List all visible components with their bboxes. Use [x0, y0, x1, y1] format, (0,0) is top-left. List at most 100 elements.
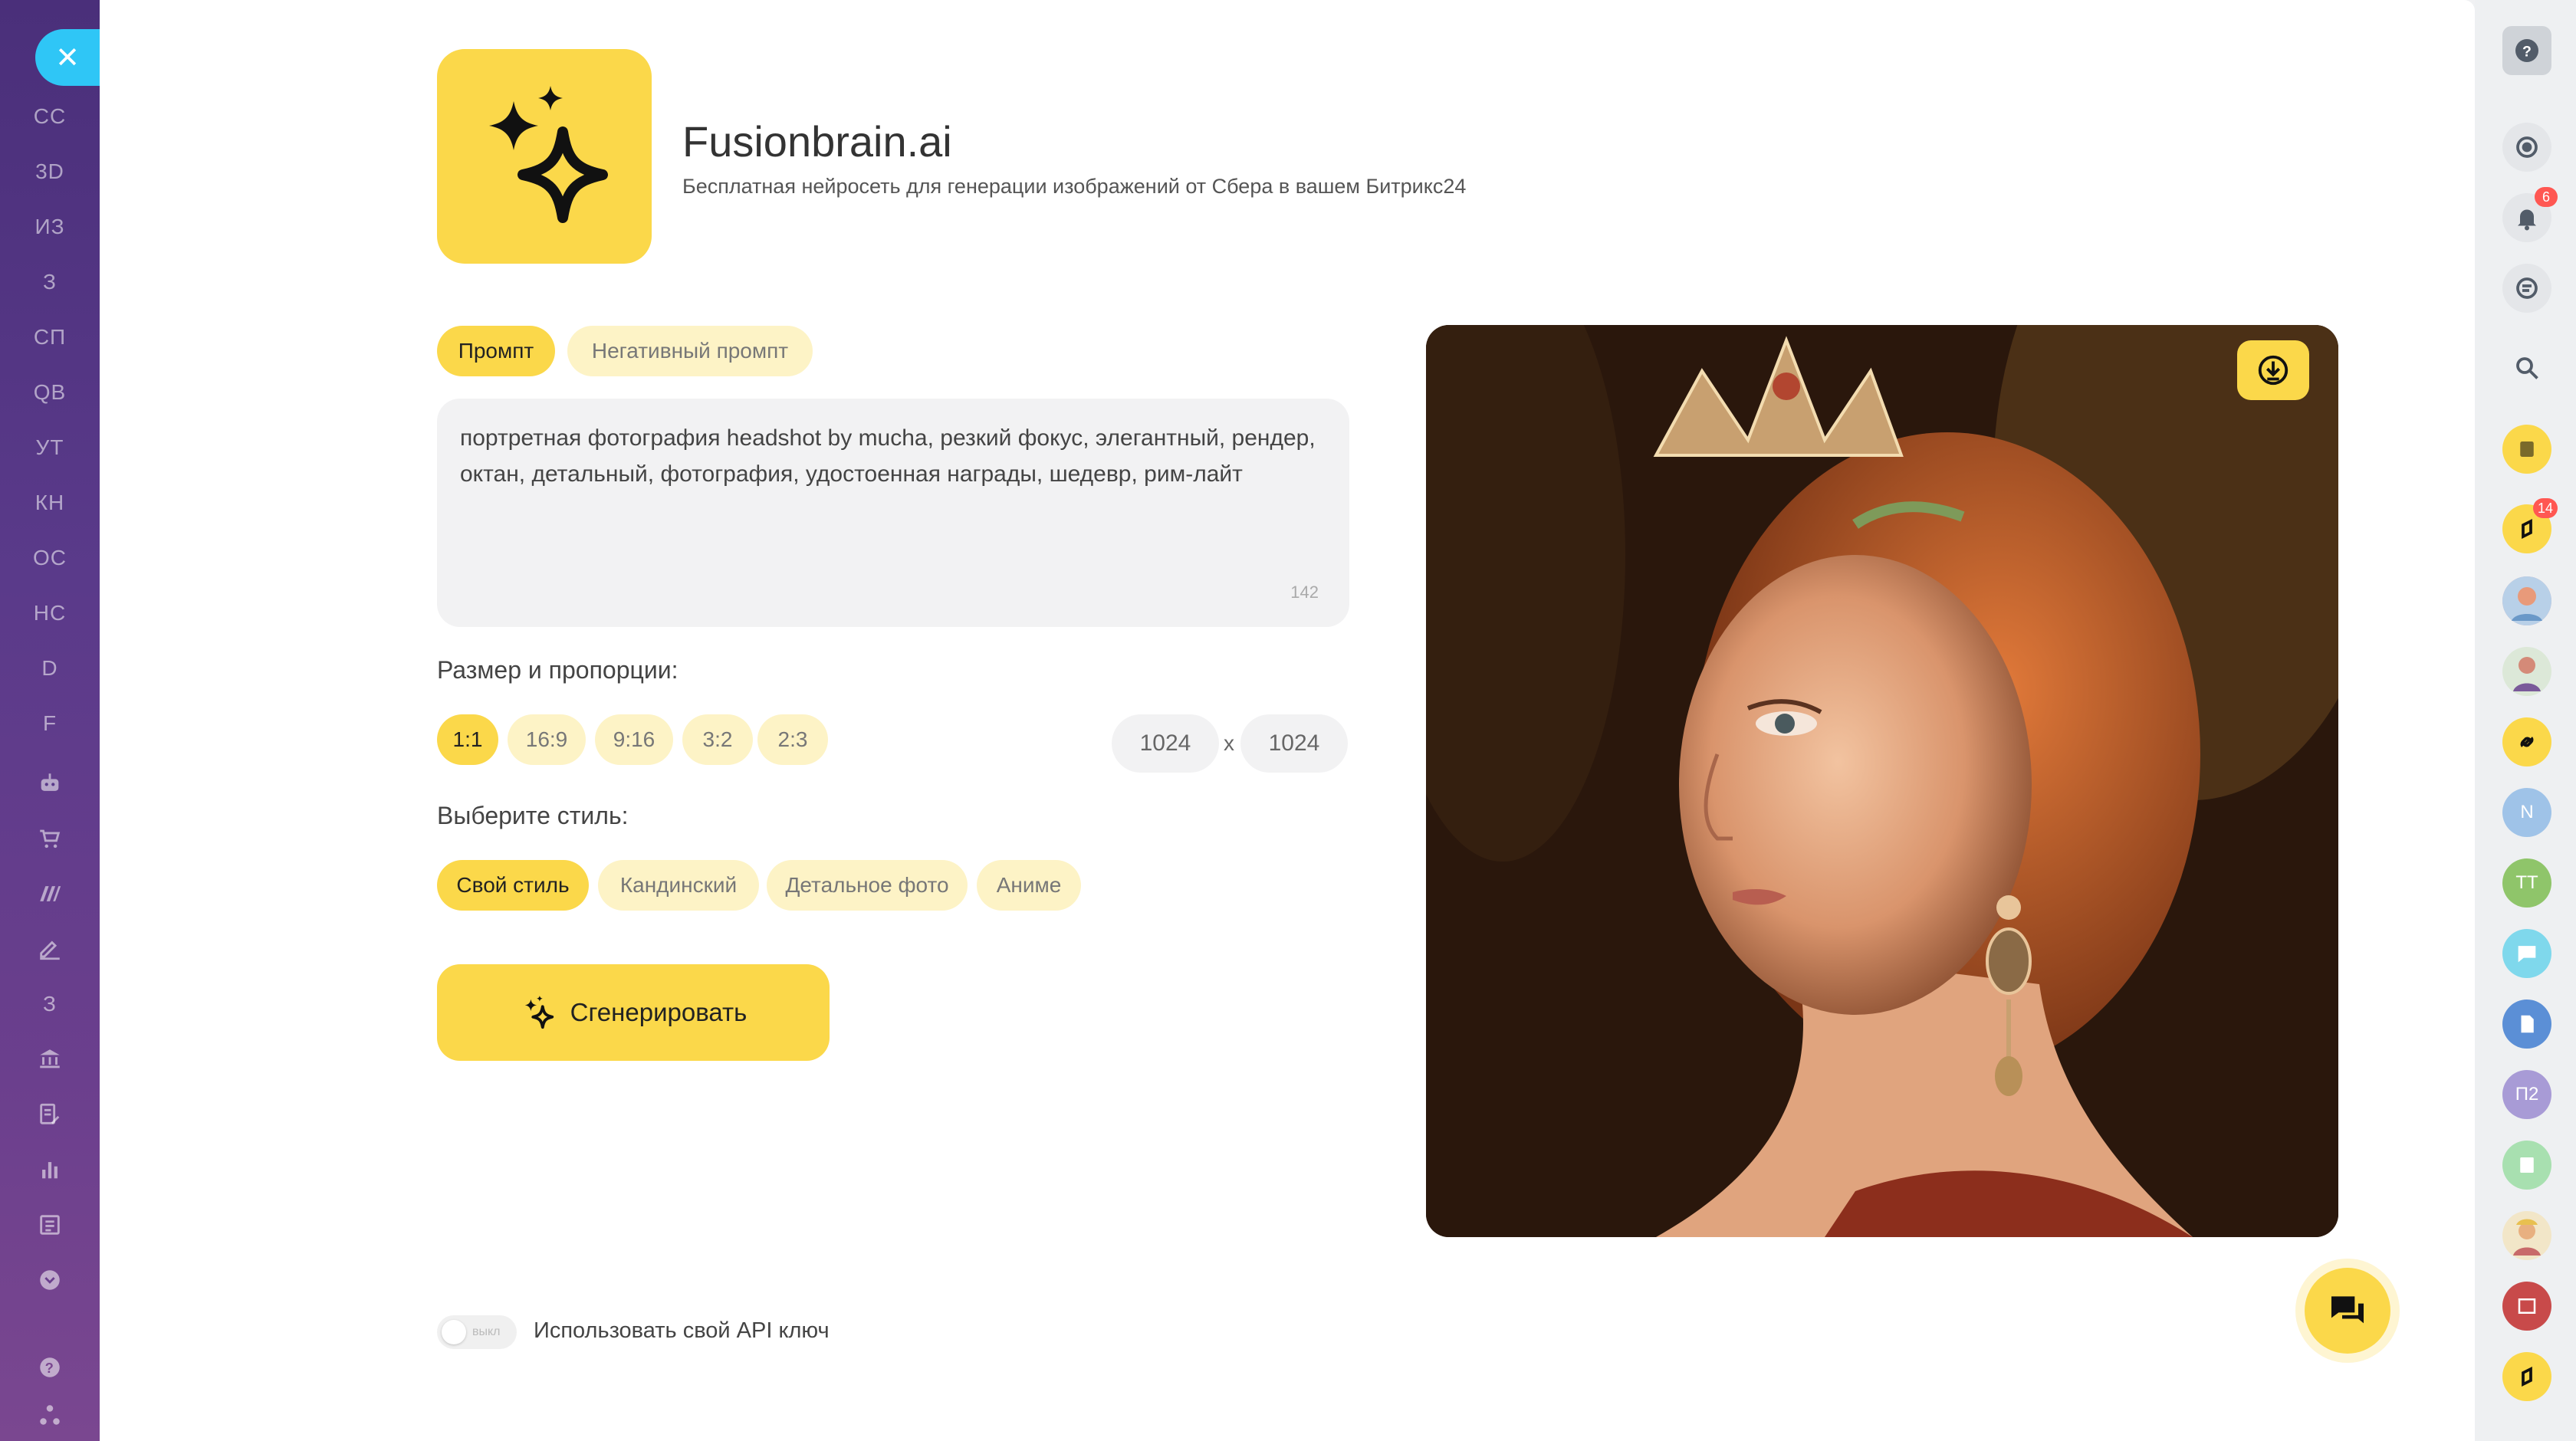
- document-edit-icon[interactable]: [0, 1091, 100, 1137]
- sidebar-item[interactable]: КН: [0, 480, 100, 526]
- sparkle-icon: [524, 995, 554, 1029]
- app-subtitle: Бесплатная нейросеть для генерации изобр…: [682, 175, 1467, 198]
- checklist-icon[interactable]: [0, 1202, 100, 1248]
- sidebar-item[interactable]: СП: [0, 314, 100, 360]
- sidebar-item[interactable]: ОС: [0, 535, 100, 581]
- style-option-kandinsky[interactable]: Кандинский: [598, 860, 759, 911]
- chat-list-icon[interactable]: [2502, 264, 2551, 313]
- sidebar-item-label: ИЗ: [34, 215, 65, 238]
- tab-label: Промпт: [458, 339, 534, 363]
- toggle-knob: [442, 1320, 466, 1344]
- toggle-state-label: выкл: [472, 1325, 501, 1338]
- help-icon[interactable]: ?: [2502, 26, 2551, 75]
- sidebar-item[interactable]: QB: [0, 369, 100, 415]
- sidebar-item[interactable]: З: [0, 981, 100, 1027]
- app-logo: [437, 49, 652, 264]
- size-option-2-3[interactable]: 2:3: [757, 714, 828, 765]
- avatar-initials: N: [2520, 802, 2534, 822]
- download-icon: [2258, 355, 2288, 386]
- sidebar-item[interactable]: ИЗ: [0, 204, 100, 250]
- size-option-3-2[interactable]: 3:2: [682, 714, 753, 765]
- sidebar-item-label: СС: [33, 104, 67, 128]
- app-icon[interactable]: [2502, 1352, 2551, 1401]
- refresh-icon[interactable]: [2502, 123, 2551, 172]
- sidebar-item-label: 3D: [35, 159, 64, 183]
- chevron-down-icon[interactable]: [0, 1257, 100, 1303]
- sidebar-item-label: F: [42, 711, 58, 735]
- avatar-initials: ТТ: [2515, 872, 2538, 893]
- sidebar-item-label: СП: [33, 325, 67, 349]
- bookmark-icon[interactable]: [2502, 425, 2551, 474]
- right-sidebar: ? 6 14 N ТТ П2: [2475, 0, 2576, 1441]
- app-icon[interactable]: 14: [2502, 498, 2558, 553]
- size-option-9-16[interactable]: 9:16: [595, 714, 673, 765]
- sidebar-item[interactable]: F: [0, 701, 100, 747]
- sidebar-item[interactable]: НС: [0, 590, 100, 636]
- size-option-label: 9:16: [613, 727, 656, 751]
- generate-button[interactable]: Сгенерировать: [437, 964, 830, 1061]
- height-input[interactable]: 1024: [1240, 714, 1348, 773]
- sidebar-item[interactable]: З: [0, 259, 100, 305]
- sidebar-item[interactable]: СС: [0, 94, 100, 140]
- search-icon[interactable]: [2502, 343, 2551, 392]
- chat-button[interactable]: [2305, 1268, 2390, 1354]
- robot-icon[interactable]: [0, 760, 100, 806]
- bar-chart-icon[interactable]: [0, 1147, 100, 1193]
- tab-negative-prompt[interactable]: Негативный промпт: [567, 326, 813, 376]
- user-avatar[interactable]: [2502, 1211, 2551, 1260]
- media-icon[interactable]: [2502, 1282, 2551, 1331]
- sidebar-item-label: QB: [33, 380, 67, 404]
- notes-icon[interactable]: [2502, 1141, 2551, 1190]
- brand-mark-icon[interactable]: [0, 871, 100, 917]
- style-option-detailed-photo[interactable]: Детальное фото: [767, 860, 968, 911]
- width-input[interactable]: 1024: [1112, 714, 1219, 773]
- size-option-16-9[interactable]: 16:9: [508, 714, 586, 765]
- document-icon[interactable]: [2502, 1000, 2551, 1049]
- close-icon[interactable]: ✕: [35, 29, 100, 86]
- size-option-label: 16:9: [525, 727, 568, 751]
- sidebar-item[interactable]: D: [0, 645, 100, 691]
- style-label: Выберите стиль:: [437, 802, 629, 829]
- prompt-input[interactable]: портретная фотография headshot by mucha,…: [437, 399, 1349, 627]
- chat-bubble-icon[interactable]: [2502, 929, 2551, 978]
- svg-text:?: ?: [45, 1360, 55, 1376]
- tab-prompt[interactable]: Промпт: [437, 326, 555, 376]
- size-option-label: 1:1: [452, 727, 483, 751]
- tab-label: Негативный промпт: [591, 339, 789, 363]
- signature-icon[interactable]: [0, 926, 100, 972]
- style-option-custom[interactable]: Свой стиль: [437, 860, 589, 911]
- sidebar-item-label: D: [41, 656, 58, 680]
- user-avatar[interactable]: [2502, 576, 2551, 625]
- link-icon[interactable]: [2502, 717, 2551, 766]
- height-value: 1024: [1268, 730, 1320, 756]
- user-avatar[interactable]: [2502, 647, 2551, 696]
- user-initials-avatar[interactable]: ТТ: [2502, 858, 2551, 908]
- sidebar-item-label: КН: [34, 491, 65, 514]
- sidebar-item[interactable]: 3D: [0, 149, 100, 195]
- sidebar-item[interactable]: УТ: [0, 425, 100, 471]
- user-initials-avatar[interactable]: П2: [2502, 1070, 2551, 1119]
- prompt-text: портретная фотография headshot by mucha,…: [460, 425, 1316, 487]
- bell-icon[interactable]: 6: [2502, 187, 2558, 242]
- style-option-label: Свой стиль: [456, 873, 570, 897]
- style-option-label: Детальное фото: [785, 873, 949, 897]
- sidebar-item-label: ОС: [33, 546, 67, 570]
- size-option-label: 3:2: [702, 727, 733, 751]
- user-initials-avatar[interactable]: N: [2502, 788, 2551, 837]
- avatar-initials: П2: [2515, 1084, 2539, 1105]
- api-key-toggle[interactable]: выкл: [437, 1315, 517, 1349]
- left-sidebar: ✕ СС 3D ИЗ З СП QB УТ КН ОС НС D F З ?: [0, 0, 100, 1441]
- main-panel: Fusionbrain.ai Бесплатная нейросеть для …: [100, 0, 2475, 1441]
- download-button[interactable]: [2237, 340, 2309, 400]
- style-option-label: Кандинский: [619, 873, 738, 897]
- cart-icon[interactable]: [0, 816, 100, 862]
- structure-icon[interactable]: [0, 1392, 100, 1438]
- help-icon[interactable]: ?: [0, 1344, 100, 1390]
- svg-text:?: ?: [2522, 44, 2532, 61]
- size-option-1-1[interactable]: 1:1: [437, 714, 498, 765]
- size-option-label: 2:3: [777, 727, 808, 751]
- generated-image: [1426, 325, 2338, 1237]
- style-option-anime[interactable]: Аниме: [977, 860, 1081, 911]
- bank-icon[interactable]: [0, 1036, 100, 1082]
- sparkle-icon: [489, 86, 608, 223]
